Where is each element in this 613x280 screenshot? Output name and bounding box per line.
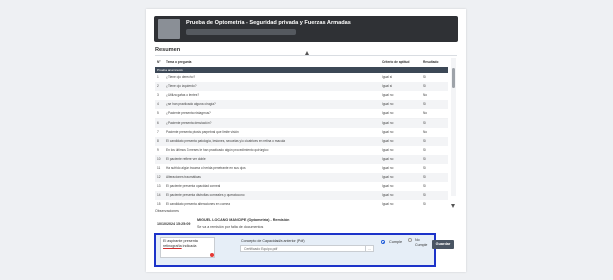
file-browse-button[interactable]: ... <box>365 246 373 252</box>
row-number: 14 <box>157 193 161 198</box>
row-topic: El paciente presenta distrofias corneale… <box>166 193 245 198</box>
row-result: No <box>423 93 428 98</box>
avatar <box>158 19 180 39</box>
row-criteria: Igual no <box>382 111 394 116</box>
radio-no-cumple-label-line1: No <box>415 238 420 242</box>
divider <box>155 55 457 56</box>
textarea-text-end: indicada <box>181 244 197 248</box>
row-topic: Ha sufrido algún trauma o herida penetra… <box>166 166 246 170</box>
textarea-text-start: El aspirante presenta <box>163 239 198 243</box>
row-number: 15 <box>157 202 161 207</box>
row-result: Si <box>423 84 426 89</box>
row-number: 2 <box>157 84 159 89</box>
row-number: 8 <box>157 138 159 143</box>
exam-header: Prueba de Optometría - Seguridad privada… <box>154 16 458 42</box>
row-result: Si <box>423 193 426 198</box>
col-criteria: Criterio de aptitud <box>382 60 410 64</box>
scroll-down-arrow-icon[interactable] <box>451 204 455 208</box>
row-result: No <box>423 111 428 116</box>
row-topic: El candidato presenta alteraciones en co… <box>166 202 230 207</box>
row-result: Si <box>423 147 426 152</box>
row-topic: Paciente presenta ptosis parpebral que l… <box>166 129 239 134</box>
page-title: Prueba de Optometría - Seguridad privada… <box>186 20 351 26</box>
table-header: N° Tema o pregunta Criterio de aptitud R… <box>155 60 448 67</box>
radio-no-cumple[interactable] <box>408 238 412 242</box>
row-number: 12 <box>157 175 161 180</box>
row-criteria: Igual no <box>382 147 394 152</box>
row-result: Si <box>423 120 426 125</box>
col-topic: Tema o pregunta <box>166 60 192 64</box>
row-criteria: Igual no <box>382 138 394 143</box>
row-topic: ¿Utiliza gafas o lentes? <box>166 93 200 98</box>
observation-text: Se va a remisión por falta de documentos <box>197 225 264 229</box>
observation-date: 10/10/2024 15:25:09 <box>157 222 191 226</box>
row-number: 4 <box>157 102 159 107</box>
file-input[interactable]: Certificado Equipo.pdf ... <box>240 245 374 252</box>
save-button[interactable]: Guardar <box>432 240 454 249</box>
row-result: Si <box>423 102 426 107</box>
textarea-spellcheck-word: retinografía <box>163 244 182 248</box>
concept-label: Concepto de Capacidad/a anterior (Pdf) <box>241 239 305 243</box>
row-number: 1 <box>157 75 159 79</box>
row-result: Si <box>423 166 426 170</box>
row-topic: El paciente refiere ver doble <box>166 156 206 161</box>
radio-cumple[interactable] <box>381 240 385 244</box>
row-criteria: Igual si <box>382 75 393 79</box>
row-criteria: Igual no <box>382 129 394 134</box>
table-row: 15 El candidato presenta alteraciones en … <box>155 200 448 208</box>
row-criteria: Igual no <box>382 166 394 170</box>
col-result: Resultado <box>423 60 439 64</box>
row-number: 13 <box>157 184 161 189</box>
row-topic: El paciente presenta opacidad corneal <box>166 184 221 189</box>
row-result: Si <box>423 156 426 161</box>
row-number: 5 <box>157 111 159 116</box>
row-number: 11 <box>157 166 161 170</box>
scrollbar-thumb[interactable] <box>452 68 455 88</box>
row-topic: ¿se han practicado alguna cirugía? <box>166 102 216 107</box>
row-result: Si <box>423 175 426 180</box>
row-criteria: Igual no <box>382 120 394 125</box>
row-criteria: Igual no <box>382 193 394 198</box>
row-result: No <box>423 129 428 134</box>
row-topic: ¿Tiene ojo izquierdo? <box>166 84 197 89</box>
row-topic: ¿Tiene ojo derecho? <box>166 75 196 79</box>
row-criteria: Igual no <box>382 175 394 180</box>
row-number: 7 <box>157 129 159 134</box>
scroll-up-arrow-icon[interactable] <box>305 51 309 55</box>
radio-cumple-label: Cumple <box>389 240 403 244</box>
row-topic: Alteraciones traumáticas <box>166 175 201 180</box>
row-result: Si <box>423 184 426 189</box>
observation-author: MIGUEL LOCANO MANCIPE (Optometría) - Rem… <box>197 218 290 222</box>
row-criteria: Igual no <box>382 93 394 98</box>
row-criteria: Igual no <box>382 184 394 189</box>
row-topic: En los últimos 3 meses le han practicado… <box>166 147 269 152</box>
radio-no-cumple-label-line2: Cumple <box>415 243 428 247</box>
observation-textarea[interactable]: El aspirante presenta retinografía indic… <box>160 237 215 258</box>
row-topic: ¿Paciente presenta desviación? <box>166 120 212 125</box>
error-indicator-icon <box>210 253 214 257</box>
header-subtitle-redacted <box>186 29 296 35</box>
row-topic: ¿Paciente presenta nistagmus? <box>166 111 211 116</box>
row-topic: El candidato presenta patología, lesione… <box>166 138 286 143</box>
summary-heading: Resumen <box>155 47 181 53</box>
row-result: Si <box>423 138 426 143</box>
col-num: N° <box>157 60 161 64</box>
row-criteria: Igual no <box>382 202 394 207</box>
observations-label: Observaciones <box>155 209 179 213</box>
row-number: 9 <box>157 147 159 152</box>
row-criteria: Igual no <box>382 156 394 161</box>
row-criteria: Igual no <box>382 102 394 107</box>
row-result: Si <box>423 75 426 79</box>
results-table: N° Tema o pregunta Criterio de aptitud R… <box>155 60 448 208</box>
row-result: Si <box>423 202 426 207</box>
row-number: 3 <box>157 93 159 98</box>
row-number: 10 <box>157 156 161 161</box>
file-value: Certificado Equipo.pdf <box>244 247 278 251</box>
row-criteria: Igual si <box>382 84 393 89</box>
row-number: 6 <box>157 120 159 125</box>
